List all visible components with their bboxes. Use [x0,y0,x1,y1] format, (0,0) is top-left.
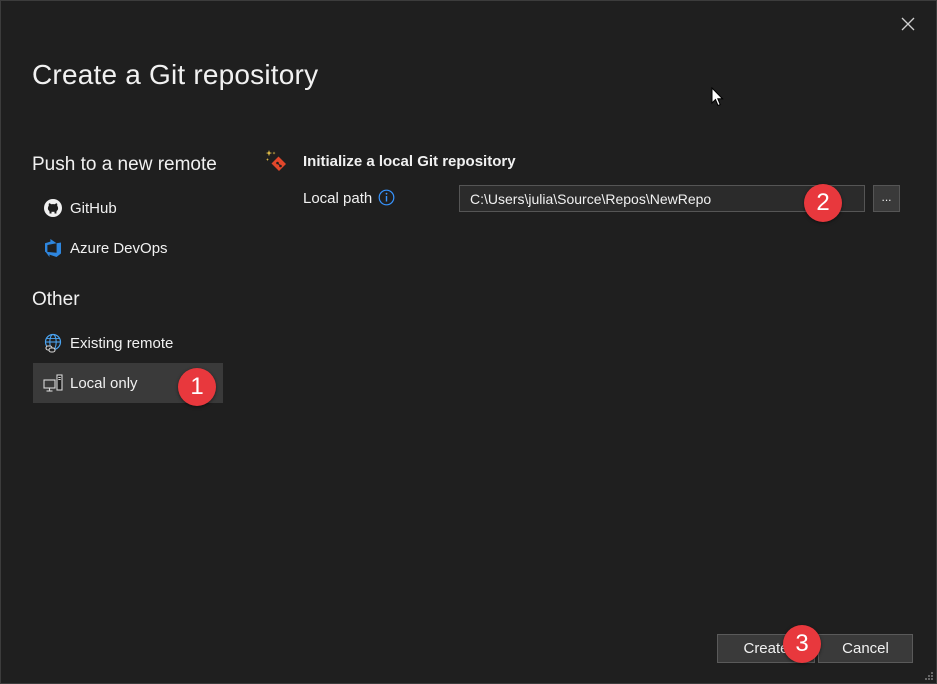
sidebar-item-label: GitHub [70,199,117,217]
globe-link-icon [43,333,63,353]
step-3-badge: 3 [783,625,821,663]
push-remote-heading: Push to a new remote [32,154,217,175]
azure-devops-icon [43,238,63,258]
sidebar-item-github[interactable]: GitHub [33,188,223,228]
sidebar-item-azure-devops[interactable]: Azure DevOps [33,228,223,268]
other-heading: Other [32,289,80,310]
info-icon[interactable] [378,189,395,206]
cancel-button[interactable]: Cancel [818,634,913,663]
close-button[interactable] [897,13,919,35]
sidebar-item-label: Azure DevOps [70,239,168,257]
github-icon [43,198,63,218]
step-1-badge: 1 [178,368,216,406]
git-init-icon [264,149,288,173]
sidebar-item-existing-remote[interactable]: Existing remote [33,323,223,363]
sidebar-item-label: Local only [70,374,138,392]
sidebar-item-label: Existing remote [70,334,174,352]
mouse-cursor-icon [711,87,724,107]
section-title: Initialize a local Git repository [303,153,516,170]
close-icon [901,17,915,31]
local-computer-icon [43,373,63,393]
resize-grip-icon[interactable] [922,669,934,681]
step-2-badge: 2 [804,184,842,222]
browse-button[interactable]: ... [873,185,900,212]
local-path-label: Local path [303,190,373,207]
dialog-title: Create a Git repository [32,59,319,90]
create-git-repository-dialog: Create a Git repository Push to a new re… [0,0,937,684]
